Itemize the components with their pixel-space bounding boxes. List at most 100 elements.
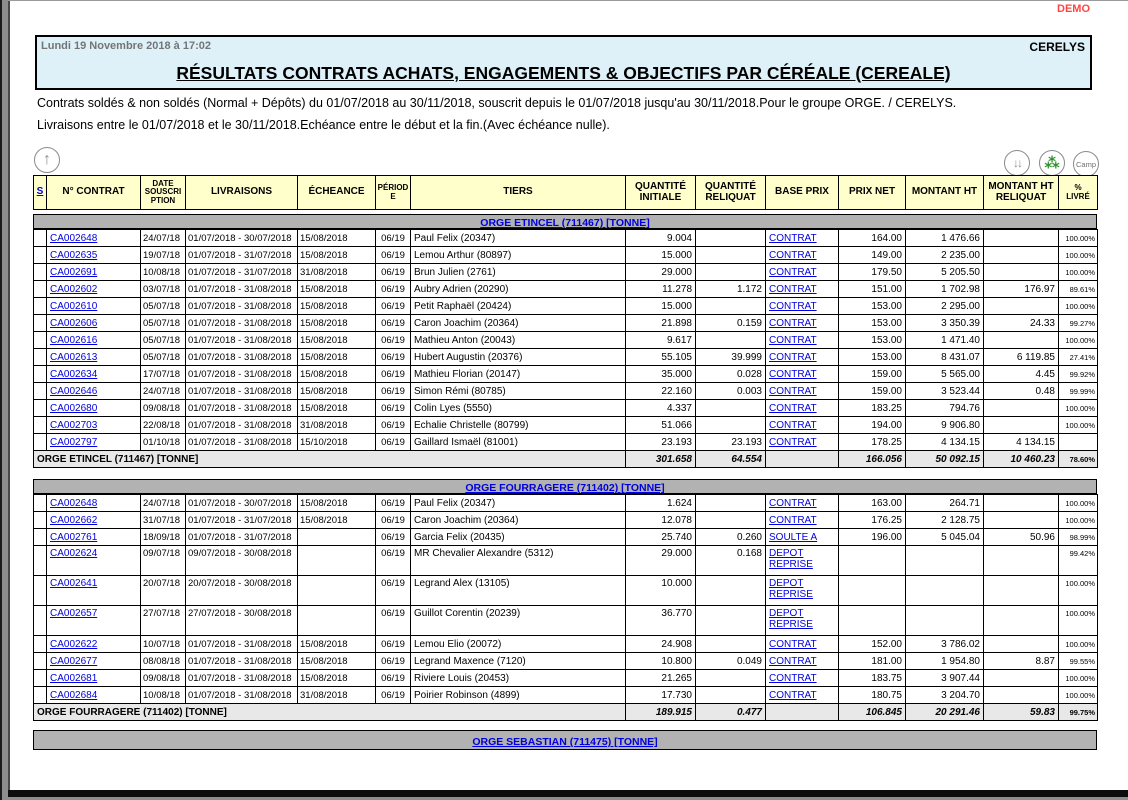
section-total-value: 20 291.46 [906, 704, 984, 721]
cell: 1 471.40 [906, 332, 984, 349]
section-link[interactable]: ORGE ETINCEL (711467) [TONNE] [480, 217, 649, 229]
cell: 24/07/18 [141, 495, 186, 512]
stars-button[interactable]: ⁂ [1039, 150, 1065, 176]
cell: CONTRAT [766, 298, 839, 315]
contract-link[interactable]: CA002677 [50, 656, 97, 667]
cell: 09/07/18 [141, 546, 186, 576]
section-total-value [766, 704, 839, 721]
cell: CONTRAT [766, 230, 839, 247]
scroll-bottom-button[interactable]: ↓↓ [1004, 150, 1030, 176]
base-prix-link[interactable]: DEPOT REPRISE [769, 548, 813, 570]
base-prix-link[interactable]: CONTRAT [769, 403, 817, 414]
base-prix-link[interactable]: CONTRAT [769, 301, 817, 312]
base-prix-link[interactable]: CONTRAT [769, 318, 817, 329]
contract-link[interactable]: CA002797 [50, 437, 97, 448]
base-prix-link[interactable]: CONTRAT [769, 386, 817, 397]
cell: 15/08/2018 [298, 298, 376, 315]
base-prix-link[interactable]: DEPOT REPRISE [769, 608, 813, 630]
cell: 24.33 [984, 315, 1059, 332]
contract-link[interactable]: CA002613 [50, 352, 97, 363]
base-prix-link[interactable]: CONTRAT [769, 690, 817, 701]
column-header: MONTANT HT [906, 176, 984, 210]
contract-link[interactable]: CA002681 [50, 673, 97, 684]
contract-link[interactable]: CA002622 [50, 639, 97, 650]
base-prix-link[interactable]: DEPOT REPRISE [769, 578, 813, 600]
contract-link[interactable]: CA002761 [50, 532, 97, 543]
cell: 100.00% [1059, 512, 1098, 529]
cell: Legrand Maxence (7120) [411, 653, 626, 670]
base-prix-link[interactable]: CONTRAT [769, 233, 817, 244]
sort-s-link[interactable]: S [37, 186, 44, 197]
base-prix-link[interactable]: SOULTE A [769, 532, 817, 543]
cell: 06/19 [376, 383, 411, 400]
base-prix-link[interactable]: CONTRAT [769, 420, 817, 431]
contract-link[interactable]: CA002624 [50, 548, 97, 559]
contract-row: CA00267708/08/1801/07/2018 - 31/08/20181… [34, 653, 1098, 670]
cell: 06/19 [376, 400, 411, 417]
scroll-top-button[interactable]: ↑ [34, 147, 60, 173]
base-prix-link[interactable]: CONTRAT [769, 267, 817, 278]
contract-link[interactable]: CA002641 [50, 578, 97, 589]
cell: Caron Joachim (20364) [411, 315, 626, 332]
base-prix-link[interactable]: CONTRAT [769, 250, 817, 261]
base-prix-link[interactable]: CONTRAT [769, 498, 817, 509]
base-prix-link[interactable]: CONTRAT [769, 656, 817, 667]
column-header: N° CONTRAT [47, 176, 141, 210]
base-prix-link[interactable]: CONTRAT [769, 335, 817, 346]
cell: 176.25 [839, 512, 906, 529]
cell: 25.740 [626, 529, 696, 546]
cell: 0.049 [696, 653, 766, 670]
cell: 39.999 [696, 349, 766, 366]
contract-link[interactable]: CA002602 [50, 284, 97, 295]
cell [1059, 434, 1098, 451]
cell: CA002602 [47, 281, 141, 298]
base-prix-link[interactable]: CONTRAT [769, 369, 817, 380]
contract-link[interactable]: CA002616 [50, 335, 97, 346]
contract-link[interactable]: CA002646 [50, 386, 97, 397]
base-prix-link[interactable]: CONTRAT [769, 673, 817, 684]
cell: 159.00 [839, 383, 906, 400]
cell: 15/08/2018 [298, 400, 376, 417]
column-header: TIERS [411, 176, 626, 210]
column-header: S [34, 176, 47, 210]
cell: 08/08/18 [141, 653, 186, 670]
contract-link[interactable]: CA002662 [50, 515, 97, 526]
cell: Simon Rémi (80785) [411, 383, 626, 400]
section-link[interactable]: ORGE SEBASTIAN (711475) [TONNE] [472, 736, 657, 748]
cell: DEPOT REPRISE [766, 606, 839, 636]
contract-link[interactable]: CA002610 [50, 301, 97, 312]
base-prix-link[interactable]: CONTRAT [769, 515, 817, 526]
contract-link[interactable]: CA002648 [50, 498, 97, 509]
cell: 06/19 [376, 512, 411, 529]
contract-link[interactable]: CA002703 [50, 420, 97, 431]
contract-link[interactable]: CA002648 [50, 233, 97, 244]
section-band: ORGE SEBASTIAN (711475) [TONNE] [33, 730, 1097, 750]
cell [984, 512, 1059, 529]
base-prix-link[interactable]: CONTRAT [769, 352, 817, 363]
contract-link[interactable]: CA002680 [50, 403, 97, 414]
cell [984, 606, 1059, 636]
base-prix-link[interactable]: CONTRAT [769, 639, 817, 650]
section-band: ORGE ETINCEL (711467) [TONNE] [33, 214, 1097, 229]
cell: 164.00 [839, 230, 906, 247]
contract-link[interactable]: CA002657 [50, 608, 97, 619]
contract-row: CA00261605/07/1801/07/2018 - 31/08/20181… [34, 332, 1098, 349]
contract-link[interactable]: CA002691 [50, 267, 97, 278]
contract-link[interactable]: CA002635 [50, 250, 97, 261]
cell: 15/08/2018 [298, 281, 376, 298]
base-prix-link[interactable]: CONTRAT [769, 437, 817, 448]
cell: 15.000 [626, 247, 696, 264]
cell: 01/07/2018 - 31/07/2018 [186, 264, 298, 281]
contract-link[interactable]: CA002634 [50, 369, 97, 380]
cell: 01/07/2018 - 31/08/2018 [186, 383, 298, 400]
campaign-button[interactable]: Camp [1073, 151, 1099, 177]
cell: CA002680 [47, 400, 141, 417]
base-prix-link[interactable]: CONTRAT [769, 284, 817, 295]
cell [34, 529, 47, 546]
cell [34, 687, 47, 704]
contract-row: CA00264624/07/1801/07/2018 - 31/08/20181… [34, 383, 1098, 400]
contract-link[interactable]: CA002606 [50, 318, 97, 329]
section-link[interactable]: ORGE FOURRAGERE (711402) [TONNE] [465, 482, 664, 494]
contract-link[interactable]: CA002684 [50, 690, 97, 701]
cell: 15.000 [626, 298, 696, 315]
